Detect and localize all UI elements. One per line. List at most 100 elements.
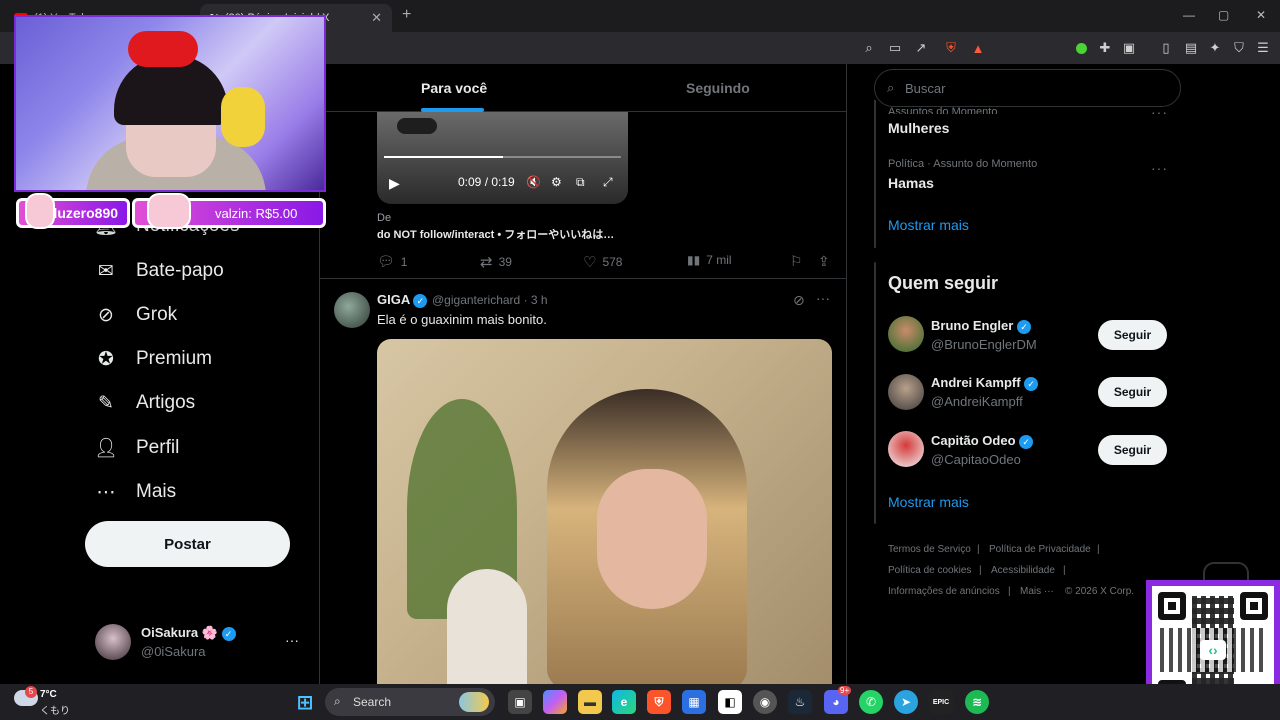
follow-button[interactable]: Seguir [1098,435,1167,465]
epic-games-icon[interactable]: EPIC [929,690,953,714]
video-progress-bar[interactable] [384,156,621,158]
verified-badge-icon: ✓ [1024,376,1039,391]
menu-icon[interactable]: ☰ [1255,40,1271,56]
microsoft-store-icon[interactable]: ▦ [682,690,706,714]
tweet-author-name-text: GIGA [377,292,410,307]
fullscreen-icon[interactable]: ⤢ [603,175,613,190]
brave-shield-icon[interactable]: ⛨ [943,40,959,56]
footer-link-more[interactable]: Mais ··· [1020,586,1054,597]
cast-icon[interactable]: ▭ [887,40,903,56]
trend-name[interactable]: Mulheres [888,120,949,136]
trend-name[interactable]: Hamas [888,175,934,191]
search-highlight-icon [459,692,489,712]
spotify-icon[interactable]: ≋ [965,690,989,714]
account-switcher[interactable]: OiSakura 🌸 ✓ @0iSakura ··· [95,624,310,664]
zoom-icon[interactable]: ⌕ [861,40,877,56]
heart-icon: ♡ [583,254,597,271]
brave-browser-icon[interactable]: ⛨ [647,690,671,714]
trend-more-icon[interactable]: ··· [1151,160,1168,176]
bookmark-button[interactable]: ⚐ [790,253,803,270]
tab-para-voce[interactable]: Para você [421,80,487,96]
screenshot-icon[interactable]: ▣ [1121,40,1137,56]
task-view-icon[interactable]: ▣ [508,690,532,714]
extension-status-icon[interactable] [1073,40,1089,56]
settings-gear-icon[interactable]: ⚙ [551,175,562,189]
footer-link-ads-info[interactable]: Informações de anúncios [888,586,1000,597]
follow-button[interactable]: Seguir [1098,377,1167,407]
trend-more-icon[interactable]: ··· [1151,104,1168,120]
suggested-user-avatar[interactable] [888,374,924,410]
tweet-author-avatar[interactable] [334,292,370,328]
new-tab-button[interactable]: + [402,6,411,24]
picture-in-picture-icon[interactable]: ⧉ [576,175,585,190]
vpn-shield-icon[interactable]: ⛉ [1231,40,1247,56]
follow-button[interactable]: Seguir [1098,320,1167,350]
tweet-author-name[interactable]: GIGA ✓ [377,292,428,308]
views-action[interactable]: ▮▮ 7 mil [687,253,732,267]
tab-seguindo[interactable]: Seguindo [686,80,750,96]
footer-separator: | [977,544,980,555]
share-button[interactable]: ⇪ [818,253,830,270]
nav-artigos[interactable]: ✎ Artigos [94,391,195,415]
weather-description: くもり [40,706,70,717]
suggested-user-name[interactable]: Bruno Engler ✓ [931,318,1031,334]
tweet-more-button[interactable]: ··· [816,290,830,306]
brave-rewards-icon[interactable]: ▲ [970,40,986,56]
windows-start-icon[interactable]: ⊞ [293,690,317,714]
weather-badge: 5 [25,686,37,698]
taskbar-search[interactable]: ⌕ Search [325,688,495,716]
mute-icon[interactable]: 🔇 [526,175,541,189]
article-icon: ✎ [98,392,114,414]
whatsapp-icon[interactable]: ✆ [859,690,883,714]
close-window-button[interactable]: ✕ [1256,8,1266,22]
maximize-button[interactable]: ▢ [1218,8,1229,22]
wallet-icon[interactable]: ▤ [1183,40,1199,56]
footer-link-cookies[interactable]: Política de cookies [888,565,971,576]
tweet-image[interactable] [377,339,832,684]
edge-icon[interactable]: e [612,690,636,714]
profile-handle: @0iSakura [141,644,206,659]
feed-tabs: Para você Seguindo [320,64,846,112]
post-button[interactable]: Postar [85,521,290,567]
profile-name-row: OiSakura 🌸 ✓ [141,625,236,641]
leo-ai-icon[interactable]: ✦ [1207,40,1223,56]
trends-show-more[interactable]: Mostrar mais [888,217,969,233]
suggested-user-name[interactable]: Capitão Odeo ✓ [931,433,1034,449]
video-source-title[interactable]: do NOT follow/interact • フォローやいいねは… [377,226,614,242]
alert-sticker [25,193,55,229]
tweet-author-handle[interactable]: @giganterichard · 3 h [432,293,548,307]
footer-link-terms[interactable]: Termos de Serviço [888,544,971,555]
who-to-follow-show-more[interactable]: Mostrar mais [888,494,969,510]
suggested-user-avatar[interactable] [888,316,924,352]
suggested-user-avatar[interactable] [888,431,924,467]
play-icon[interactable]: ▶ [389,175,400,192]
reply-action[interactable]: 💬︎ 1 [377,253,407,270]
footer-link-accessibility[interactable]: Acessibilidade [991,565,1055,576]
copilot-icon[interactable] [543,690,567,714]
video-player[interactable]: ▶ 0:09 / 0:19 🔇 ⚙ ⧉ ⤢ [377,112,628,204]
repost-action[interactable]: ⇄ 39 [480,253,512,271]
footer-link-privacy[interactable]: Política de Privacidade [989,544,1091,555]
close-tab-icon[interactable]: ✕ [371,10,382,26]
telegram-icon[interactable]: ➤ [894,690,918,714]
grok-explain-icon[interactable]: ⊘ [793,292,805,309]
nav-premium[interactable]: ✪ Premium [94,347,212,371]
nav-perfil[interactable]: 👤︎ Perfil [94,436,179,460]
minimize-button[interactable]: — [1183,8,1195,22]
suggested-user-name[interactable]: Andrei Kampff ✓ [931,375,1039,391]
steam-icon[interactable]: ♨ [788,690,812,714]
obs-icon[interactable]: ◉ [753,690,777,714]
share-icon[interactable]: ↗ [913,40,929,56]
file-explorer-icon[interactable]: ▬ [578,690,602,714]
extensions-puzzle-icon[interactable]: ✚ [1097,40,1113,56]
profile-more-icon[interactable]: ··· [285,632,299,648]
nav-mais[interactable]: ⋯ Mais [94,480,177,504]
plush-toy [221,87,265,147]
capcut-icon[interactable]: ◧ [718,690,742,714]
nav-grok[interactable]: ⊘ Grok [94,303,177,327]
nav-bate-papo[interactable]: ✉ Bate-papo [94,259,224,283]
like-action[interactable]: ♡ 578 [583,253,622,271]
search-box[interactable]: ⌕ Buscar [874,69,1181,107]
suggested-user-name-text: Andrei Kampff [931,375,1021,390]
sidebar-toggle-icon[interactable]: ▯ [1158,40,1174,56]
